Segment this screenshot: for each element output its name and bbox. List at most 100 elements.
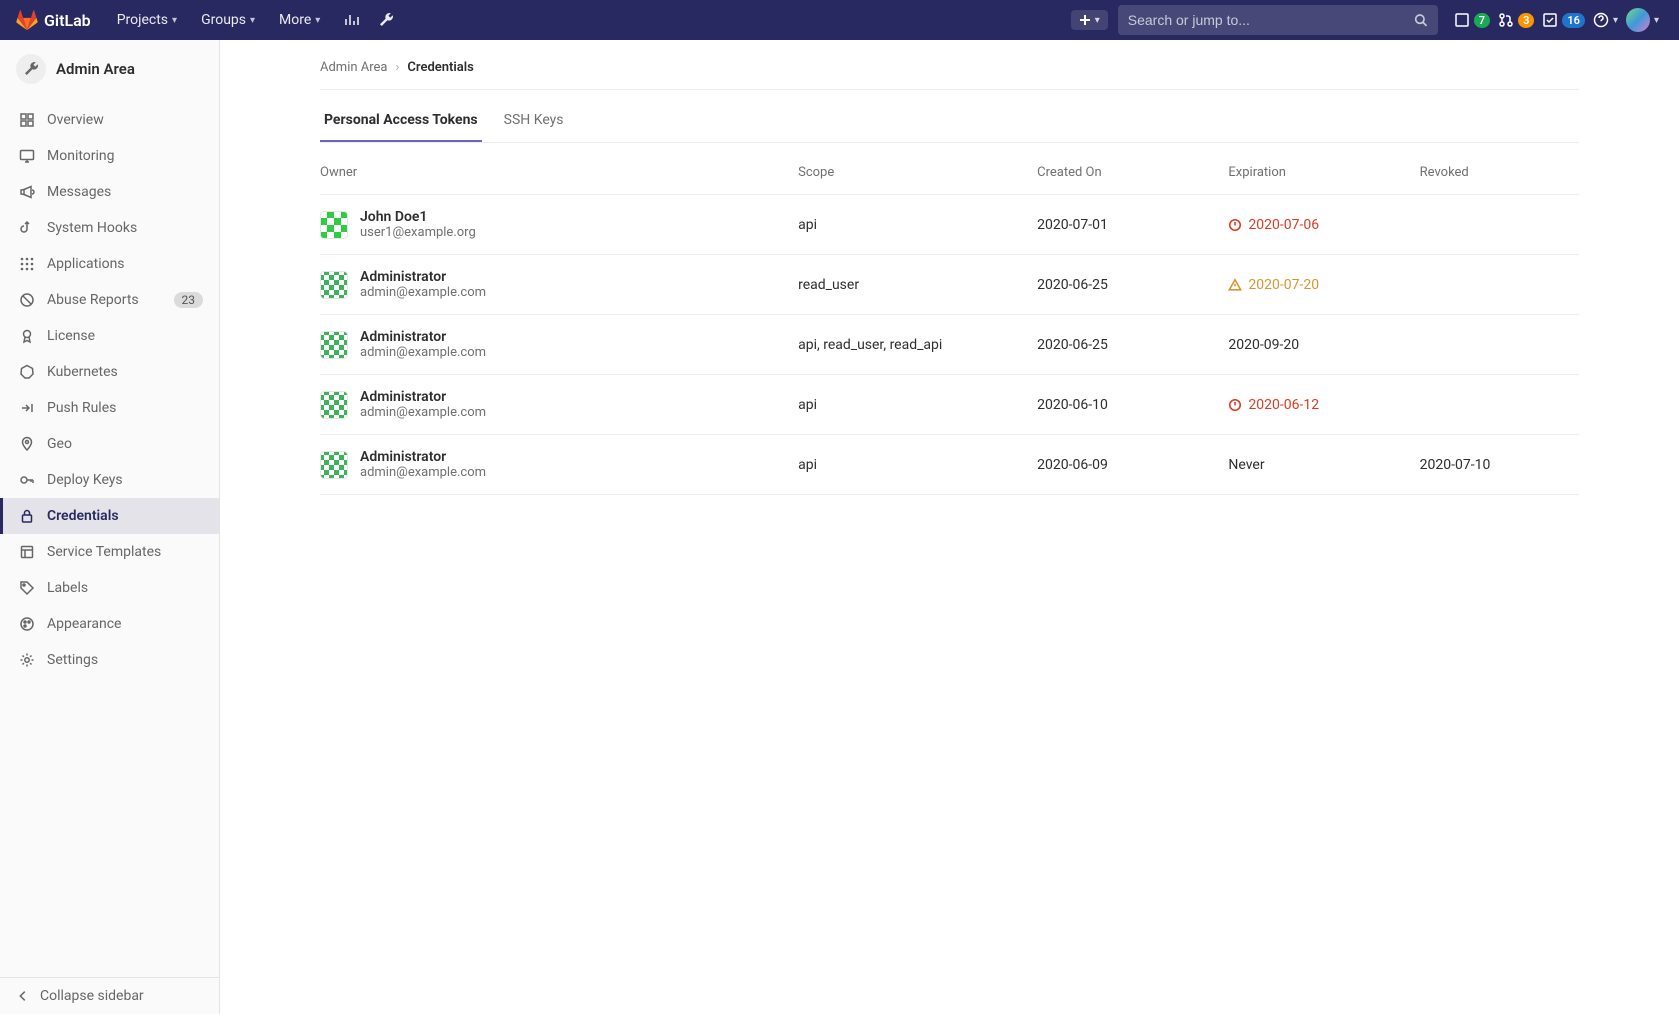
expiration-date: 2020-07-06	[1248, 217, 1319, 233]
activity-icon[interactable]	[338, 6, 366, 34]
sidebar-item-credentials[interactable]: Credentials	[0, 498, 219, 534]
search-icon	[1414, 13, 1427, 27]
primary-nav: Projects ▾ Groups ▾ More ▾	[107, 6, 331, 34]
owner-name-link[interactable]: Administrator	[360, 269, 486, 285]
new-dropdown[interactable]: ▾	[1071, 10, 1108, 30]
nav-groups-label: Groups	[201, 12, 246, 28]
admin-wrench-icon[interactable]	[372, 6, 400, 34]
owner-name-link[interactable]: Administrator	[360, 389, 486, 405]
sidebar-item-count: 23	[174, 292, 204, 308]
tab-personal-access-tokens[interactable]: Personal Access Tokens	[320, 100, 482, 142]
sidebar-item-applications[interactable]: Applications	[0, 246, 219, 282]
user-menu[interactable]: ▾	[1622, 4, 1663, 36]
sidebar-item-geo[interactable]: Geo	[0, 426, 219, 462]
merge-requests-counter[interactable]: 3	[1494, 8, 1538, 32]
error-icon	[1228, 218, 1242, 232]
sidebar-item-messages[interactable]: Messages	[0, 174, 219, 210]
scope-cell: api, read_user, read_api	[798, 337, 1037, 353]
sidebar-item-label: Messages	[47, 184, 111, 200]
global-search[interactable]	[1118, 5, 1438, 35]
owner-cell: Administratoradmin@example.com	[320, 389, 798, 420]
expiration-cell: 2020-06-12	[1228, 397, 1419, 413]
sidebar-item-push-rules[interactable]: Push Rules	[0, 390, 219, 426]
sidebar-item-kubernetes[interactable]: Kubernetes	[0, 354, 219, 390]
gear-icon	[19, 652, 35, 668]
owner-name-link[interactable]: John Doe1	[360, 209, 476, 225]
expiration-cell: Never	[1228, 457, 1419, 473]
breadcrumb-root[interactable]: Admin Area	[320, 60, 388, 75]
identicon	[320, 451, 348, 479]
revoked-cell: 2020-07-10	[1420, 457, 1579, 473]
owner-cell: Administratoradmin@example.com	[320, 449, 798, 480]
mr-badge: 3	[1518, 13, 1534, 28]
chevron-down-icon: ▾	[250, 15, 255, 26]
owner-email: admin@example.com	[360, 285, 486, 300]
appearance-icon	[19, 616, 35, 632]
expiration-cell: 2020-07-20	[1228, 277, 1419, 293]
topbar: GitLab Projects ▾ Groups ▾ More ▾ ▾ 7	[0, 0, 1679, 40]
owner-name-link[interactable]: Administrator	[360, 329, 486, 345]
gitlab-logo[interactable]: GitLab	[16, 9, 91, 31]
apps-icon	[19, 256, 35, 272]
sidebar-title: Admin Area	[56, 60, 135, 78]
help-dropdown[interactable]: ▾	[1589, 8, 1622, 32]
col-revoked: Revoked	[1420, 165, 1579, 180]
nav-projects-label: Projects	[117, 12, 168, 28]
credentials-tabs: Personal Access Tokens SSH Keys	[320, 100, 1579, 143]
table-row: Administratoradmin@example.comread_user2…	[320, 255, 1579, 315]
tab-ssh-keys[interactable]: SSH Keys	[500, 100, 568, 142]
sidebar-item-label: Credentials	[47, 508, 119, 524]
sidebar-item-label: System Hooks	[47, 220, 137, 236]
wrench-icon	[16, 54, 46, 84]
owner-email: admin@example.com	[360, 345, 486, 360]
sidebar-item-label: Settings	[47, 652, 98, 668]
template-icon	[19, 544, 35, 560]
col-created: Created On	[1037, 165, 1228, 180]
sidebar-item-system-hooks[interactable]: System Hooks	[0, 210, 219, 246]
sidebar-item-deploy-keys[interactable]: Deploy Keys	[0, 462, 219, 498]
search-input[interactable]	[1128, 12, 1415, 28]
merge-request-icon	[1498, 12, 1514, 28]
nav-groups[interactable]: Groups ▾	[191, 6, 265, 34]
question-icon	[1593, 12, 1609, 28]
collapse-icon	[16, 989, 30, 1003]
sidebar-item-settings[interactable]: Settings	[0, 642, 219, 678]
sidebar-item-labels[interactable]: Labels	[0, 570, 219, 606]
sidebar-item-monitoring[interactable]: Monitoring	[0, 138, 219, 174]
table-row: Administratoradmin@example.comapi, read_…	[320, 315, 1579, 375]
monitor-icon	[19, 148, 35, 164]
issues-icon	[1454, 12, 1470, 28]
todos-counter[interactable]: 16	[1538, 8, 1589, 32]
expiration-date: 2020-07-20	[1248, 277, 1319, 293]
scope-cell: api	[798, 457, 1037, 473]
sidebar-item-license[interactable]: License	[0, 318, 219, 354]
owner-name-link[interactable]: Administrator	[360, 449, 486, 465]
nav-more[interactable]: More ▾	[269, 6, 330, 34]
sidebar-context[interactable]: Admin Area	[0, 40, 219, 98]
lock-icon	[19, 508, 35, 524]
sidebar-item-label: Geo	[47, 436, 72, 452]
owner-email: user1@example.org	[360, 225, 476, 240]
sidebar-item-abuse-reports[interactable]: Abuse Reports23	[0, 282, 219, 318]
nav-projects[interactable]: Projects ▾	[107, 6, 187, 34]
sidebar-item-appearance[interactable]: Appearance	[0, 606, 219, 642]
identicon	[320, 331, 348, 359]
hook-icon	[19, 220, 35, 236]
todo-icon	[1542, 12, 1558, 28]
error-icon	[1228, 398, 1242, 412]
breadcrumb-separator-icon: ›	[396, 60, 400, 75]
warning-icon	[1228, 278, 1242, 292]
label-icon	[19, 580, 35, 596]
chevron-down-icon: ▾	[315, 15, 320, 26]
sidebar-item-service-templates[interactable]: Service Templates	[0, 534, 219, 570]
created-cell: 2020-06-25	[1037, 277, 1228, 293]
owner-cell: Administratoradmin@example.com	[320, 329, 798, 360]
collapse-sidebar[interactable]: Collapse sidebar	[0, 977, 219, 1014]
brand-text: GitLab	[44, 11, 91, 30]
sidebar-item-overview[interactable]: Overview	[0, 102, 219, 138]
breadcrumb: Admin Area › Credentials	[320, 60, 1579, 90]
owner-email: admin@example.com	[360, 405, 486, 420]
issues-counter[interactable]: 7	[1450, 8, 1494, 32]
sidebar-item-label: Deploy Keys	[47, 472, 123, 488]
col-scope: Scope	[798, 165, 1037, 180]
